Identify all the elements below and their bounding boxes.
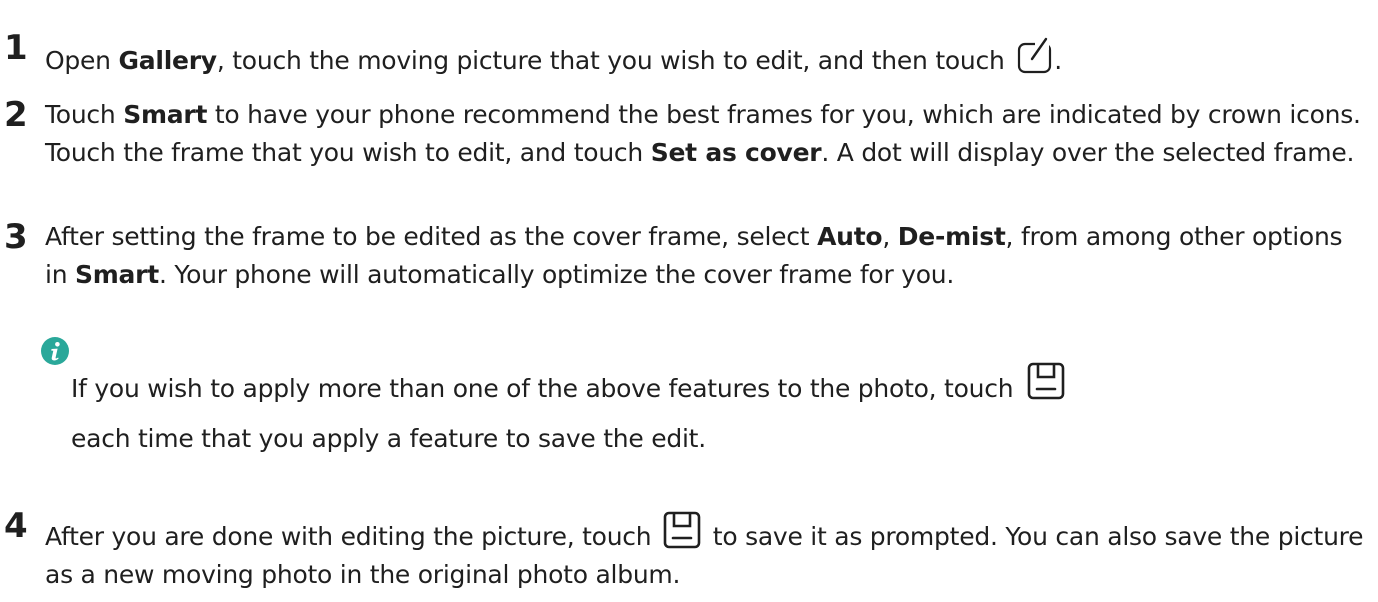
step-text: After you are done with editing the pict… <box>45 507 1370 594</box>
ui-term: Set as cover <box>650 138 822 167</box>
save-icon <box>1027 362 1065 400</box>
step-number: 1 <box>4 28 28 68</box>
step-number: 2 <box>4 95 28 135</box>
note-text: If you wish to apply more than one of th… <box>71 359 1331 464</box>
ui-term: Smart <box>75 260 159 289</box>
step-number: 3 <box>4 217 28 257</box>
ui-term: De-mist <box>897 222 1006 251</box>
step-number: 4 <box>4 506 28 546</box>
save-icon <box>663 511 701 549</box>
step-text: Open Gallery, touch the moving picture t… <box>45 29 1370 80</box>
step-text: Touch Smart to have your phone recommend… <box>45 100 1361 167</box>
ui-term: Smart <box>123 100 208 129</box>
info-icon <box>40 336 70 366</box>
ui-term: Auto <box>817 222 883 251</box>
edit-icon <box>1016 35 1054 75</box>
step-text: After setting the frame to be edited as … <box>45 222 1343 289</box>
ui-term: Gallery <box>118 46 217 75</box>
